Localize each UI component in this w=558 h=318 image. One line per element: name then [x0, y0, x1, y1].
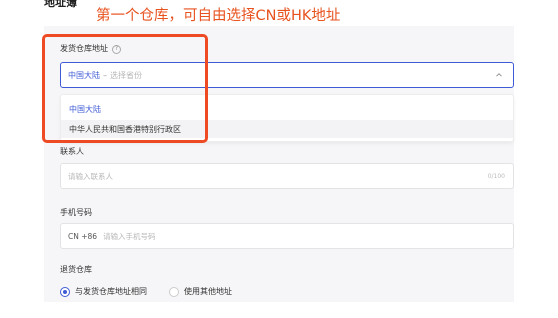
- phone-input[interactable]: CN +86 请输入手机号码: [60, 223, 514, 249]
- annotation-text: 第一个仓库，可自由选择CN或HK地址: [96, 8, 341, 24]
- radio-checked-icon[interactable]: [60, 286, 70, 297]
- phone-label: 手机号码: [60, 208, 92, 217]
- radio-same-address[interactable]: 与发货仓库地址相同: [60, 286, 147, 297]
- contact-label: 联系人: [60, 147, 84, 156]
- radio-other-address-label: 使用其他地址: [184, 287, 232, 296]
- return-warehouse-label: 退货仓库: [60, 265, 92, 274]
- return-warehouse-radio-group: 与发货仓库地址相同 使用其他地址: [60, 286, 254, 297]
- chevron-up-icon[interactable]: [495, 71, 503, 79]
- radio-same-address-label: 与发货仓库地址相同: [75, 287, 147, 296]
- country-code-prefix[interactable]: CN +86: [68, 232, 97, 241]
- radio-unchecked-icon[interactable]: [169, 286, 179, 297]
- phone-placeholder: 请输入手机号码: [103, 231, 156, 241]
- contact-placeholder: 请输入联系人: [68, 171, 113, 181]
- radio-other-address[interactable]: 使用其他地址: [169, 286, 232, 297]
- page-title: 地址簿: [44, 0, 77, 9]
- contact-input[interactable]: 请输入联系人 0/100: [60, 163, 514, 189]
- char-counter: 0/100: [487, 173, 505, 180]
- highlight-box: [42, 34, 208, 143]
